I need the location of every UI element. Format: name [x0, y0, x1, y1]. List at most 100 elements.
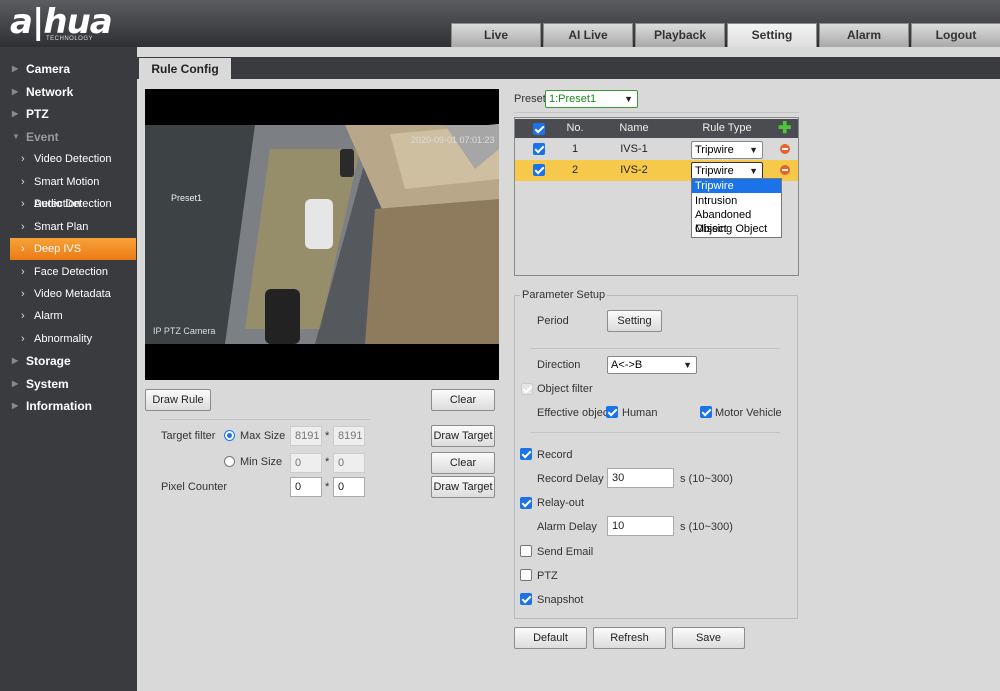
caret-right-icon: ▶ — [12, 401, 19, 410]
alarm-delay-input[interactable]: 10 — [607, 516, 674, 536]
pixel-width-input[interactable]: 0 — [290, 477, 322, 497]
motor-vehicle-checkbox[interactable] — [700, 406, 712, 418]
nav-ai-live[interactable]: AI Live — [543, 23, 633, 47]
nav-playback[interactable]: Playback — [635, 23, 725, 47]
nav-setting[interactable]: Setting — [727, 23, 817, 47]
alarm-delay-label: Alarm Delay — [537, 521, 597, 533]
sidebar-item-ptz[interactable]: ▶ PTZ — [0, 103, 137, 125]
sidebar-label: Camera — [26, 62, 71, 76]
direction-label: Direction — [537, 359, 581, 371]
draw-target-pixel-button[interactable]: Draw Target — [431, 476, 495, 498]
min-height-input[interactable]: 0 — [333, 453, 365, 473]
nav-logout[interactable]: Logout — [911, 23, 1000, 47]
rule-type-select[interactable]: Tripwire ▼ — [691, 141, 763, 159]
preset-value: 1:Preset1 — [549, 93, 597, 105]
preset-select[interactable]: 1:Preset1 ▼ — [545, 90, 638, 108]
default-button[interactable]: Default — [514, 627, 587, 649]
row-checkbox[interactable] — [533, 164, 545, 176]
video-preview[interactable]: 2020-09-01 07:01:23 Preset1 IP PTZ Camer… — [145, 89, 499, 380]
relay-out-checkbox[interactable] — [520, 497, 532, 509]
record-label: Record — [537, 449, 573, 461]
chevron-right-icon: › — [21, 153, 25, 165]
add-rule-icon[interactable]: ✚ — [778, 119, 791, 138]
sidebar-item-information[interactable]: ▶ Information — [0, 395, 137, 417]
nav-live[interactable]: Live — [451, 23, 541, 47]
sidebar-sub-label: Smart Plan — [34, 221, 89, 233]
delete-rule-icon[interactable] — [780, 165, 790, 175]
sidebar-sub-abnormality[interactable]: › Abnormality — [10, 328, 136, 350]
dropdown-option-abandoned-object[interactable]: Abandoned Object — [692, 208, 781, 235]
row-no: 2 — [571, 164, 579, 176]
row-name: IVS-2 — [620, 164, 648, 176]
sidebar-item-system[interactable]: ▶ System — [0, 373, 137, 395]
sidebar-item-camera[interactable]: ▶ Camera — [0, 58, 137, 80]
video-camera-label: IP PTZ Camera — [153, 326, 216, 336]
logo-subtitle: TECHNOLOGY — [46, 36, 94, 42]
max-height-input[interactable]: 8191 — [333, 426, 365, 446]
relay-out-label: Relay-out — [537, 497, 585, 509]
max-size-label: Max Size — [240, 430, 286, 442]
save-button[interactable]: Save — [672, 627, 745, 649]
sidebar-label: Network — [26, 85, 74, 99]
sidebar-sub-video-detection[interactable]: › Video Detection — [10, 148, 136, 170]
sidebar-sub-audio-detection[interactable]: › Audio Detection — [10, 193, 136, 215]
snapshot-checkbox[interactable] — [520, 593, 532, 605]
ptz-checkbox[interactable] — [520, 569, 532, 581]
nav-alarm[interactable]: Alarm — [819, 23, 909, 47]
delete-rule-icon[interactable] — [780, 144, 790, 154]
sidebar-sub-label: Abnormality — [34, 333, 93, 345]
clear-rule-button[interactable]: Clear — [431, 389, 495, 411]
snapshot-label: Snapshot — [537, 594, 584, 606]
sidebar-sub-label: Audio Detection — [34, 198, 112, 210]
record-delay-label: Record Delay — [537, 473, 604, 485]
human-checkbox[interactable] — [606, 406, 618, 418]
select-all-checkbox[interactable] — [533, 123, 545, 135]
sidebar-sub-deep-ivs[interactable]: › Deep IVS — [10, 238, 136, 260]
draw-target-button[interactable]: Draw Target — [431, 425, 495, 447]
object-filter-checkbox[interactable] — [521, 383, 533, 395]
chevron-right-icon: › — [21, 310, 25, 322]
sidebar-sub-label: Video Metadata — [34, 288, 111, 300]
clear-target-button[interactable]: Clear — [431, 452, 495, 474]
col-name: Name — [619, 122, 649, 134]
sidebar-item-event[interactable]: ▼ Event — [0, 126, 137, 148]
pixel-counter-label: Pixel Counter — [161, 481, 228, 493]
divider — [514, 112, 799, 113]
refresh-button[interactable]: Refresh — [593, 627, 666, 649]
send-email-checkbox[interactable] — [520, 545, 532, 557]
record-delay-input[interactable]: 30 — [607, 468, 674, 488]
min-size-radio[interactable] — [224, 456, 235, 467]
rule-type-value: Tripwire — [695, 165, 734, 177]
times-sign: * — [325, 456, 330, 468]
sidebar-item-storage[interactable]: ▶ Storage — [0, 350, 137, 372]
sidebar-sub-video-metadata[interactable]: › Video Metadata — [10, 283, 136, 305]
min-width-input[interactable]: 0 — [290, 453, 322, 473]
chevron-down-icon: ▼ — [624, 94, 633, 104]
record-checkbox[interactable] — [520, 448, 532, 460]
dropdown-option-intrusion[interactable]: Intrusion — [692, 194, 781, 208]
camera-image — [145, 124, 499, 344]
caret-down-icon: ▼ — [12, 132, 20, 141]
record-delay-range: s (10~300) — [680, 473, 733, 485]
sidebar-sub-smart-plan[interactable]: › Smart Plan — [10, 216, 136, 238]
sidebar-item-network[interactable]: ▶ Network — [0, 81, 137, 103]
max-width-input[interactable]: 8191 — [290, 426, 322, 446]
sidebar-label: Event — [26, 130, 59, 144]
max-size-radio[interactable] — [224, 430, 235, 441]
dropdown-option-tripwire[interactable]: Tripwire — [692, 179, 781, 193]
sidebar-sub-smart-motion-detection[interactable]: › Smart Motion Detection — [10, 171, 136, 210]
pixel-height-input[interactable]: 0 — [333, 477, 365, 497]
col-no: No. — [566, 122, 584, 134]
period-setting-button[interactable]: Setting — [607, 310, 662, 332]
alarm-delay-range: s (10~300) — [680, 521, 733, 533]
row-checkbox[interactable] — [533, 143, 545, 155]
sidebar-sub-face-detection[interactable]: › Face Detection — [10, 261, 136, 283]
draw-rule-button[interactable]: Draw Rule — [145, 389, 211, 411]
tab-rule-config[interactable]: Rule Config — [139, 58, 231, 81]
dropdown-option-missing-object[interactable]: Missing Object — [692, 222, 781, 236]
chevron-right-icon: › — [21, 243, 25, 255]
direction-select[interactable]: A<->B ▼ — [607, 356, 697, 374]
sidebar-label: System — [26, 377, 69, 391]
sidebar-sub-alarm[interactable]: › Alarm — [10, 305, 136, 327]
direction-value: A<->B — [611, 359, 643, 371]
